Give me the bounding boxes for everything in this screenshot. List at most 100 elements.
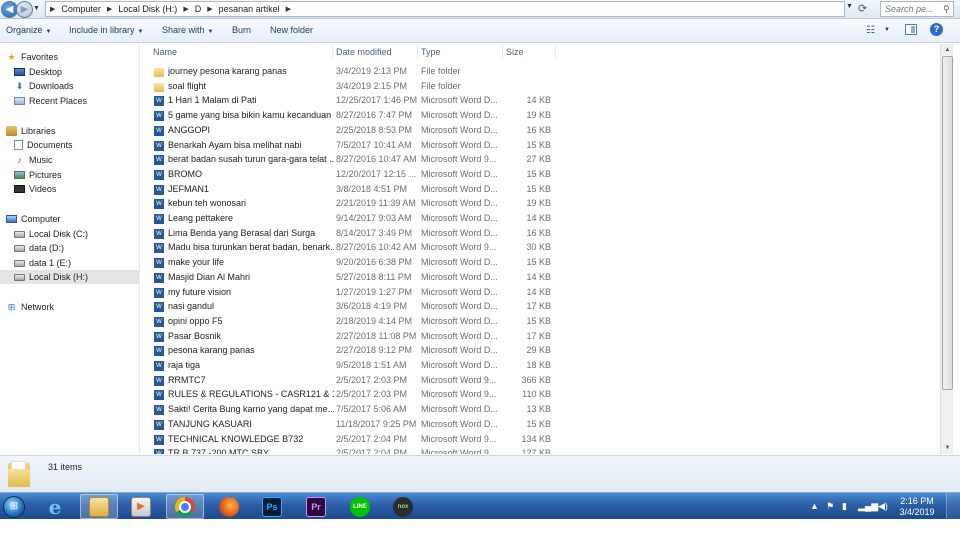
breadcrumb-d[interactable]: D (195, 4, 202, 14)
internet-explorer-icon[interactable]: e (36, 494, 74, 519)
file-row[interactable]: kebun teh wonosari 2/21/2019 11:39 AM Micr… (141, 197, 939, 212)
file-row[interactable]: BROMO 12/20/2017 12:15 ... Microsoft Word … (141, 168, 939, 183)
file-row[interactable]: make your life 9/20/2016 6:38 PM Microsoft… (141, 256, 939, 271)
chevron-right-icon[interactable]: ▶ (207, 5, 212, 13)
file-row[interactable]: TR B 737 -200 MTC SBY 2/5/2017 2:04 PM Mic… (141, 447, 939, 454)
word-document-icon (154, 228, 164, 239)
nav-desktop[interactable]: Desktop (14, 65, 153, 79)
file-row[interactable]: my future vision 1/27/2019 1:27 PM Microso… (141, 286, 939, 301)
breadcrumb-pesanan-artikel[interactable]: pesanan artikel (219, 4, 280, 14)
nav-pictures[interactable]: Pictures (14, 168, 153, 182)
chevron-right-icon[interactable]: ▶ (183, 5, 188, 13)
scroll-up-icon[interactable]: ▲ (941, 44, 954, 56)
search-icon[interactable]: ⚲ (943, 4, 950, 15)
file-row[interactable]: 5 game yang bisa bikin kamu kecanduan 8/2… (141, 109, 939, 124)
file-row[interactable]: RULES & REGULATIONS - CASR121 & 1352/5/2… (141, 388, 939, 403)
search-box[interactable]: ⚲ (880, 1, 954, 17)
nav-drive-c[interactable]: Local Disk (C:) (14, 227, 153, 241)
chevron-right-icon[interactable]: ▶ (107, 5, 112, 13)
breadcrumb[interactable]: ▶ Computer ▶ Local Disk (H:) ▶ D ▶ pesan… (45, 1, 845, 17)
file-size: 14 KB (526, 271, 551, 282)
column-header-name[interactable]: Name (151, 46, 333, 59)
file-row[interactable]: nasi gandul 3/6/2018 4:19 PM Microsoft Wor… (141, 300, 939, 315)
nav-documents[interactable]: Documents (14, 138, 153, 152)
file-row[interactable]: ANGGOPI 2/25/2018 8:53 PM Microsoft Word D… (141, 124, 939, 139)
nav-drive-e[interactable]: data 1 (E:) (14, 256, 153, 270)
photoshop-icon[interactable]: Ps (253, 494, 291, 519)
file-row[interactable]: raja tiga 9/5/2018 1:51 AM Microsoft Word … (141, 359, 939, 374)
file-row[interactable]: Pasar Bosnik 2/27/2018 11:08 PM Microsoft … (141, 330, 939, 345)
file-row[interactable]: berat badan susah turun gara-gara telat … (141, 153, 939, 168)
file-row[interactable]: Madu bisa turunkan berat badan, benark..… (141, 241, 939, 256)
line-icon[interactable]: LINE (341, 494, 379, 519)
column-header-type[interactable]: Type (419, 46, 503, 59)
help-icon[interactable]: ? (930, 23, 943, 36)
file-row[interactable]: JEFMAN1 3/8/2018 4:51 PM Microsoft Word D.… (141, 183, 939, 198)
file-size: 366 KB (521, 374, 551, 385)
preview-pane-icon[interactable] (905, 24, 917, 35)
drive-icon (14, 230, 25, 238)
premiere-icon[interactable]: Pr (297, 494, 335, 519)
file-row[interactable]: journey pesona karang panas 3/4/2019 2:13… (141, 65, 939, 80)
volume-icon[interactable]: ◀) (878, 501, 888, 512)
change-view-icon[interactable]: ☷ (866, 25, 875, 36)
column-header-size[interactable]: Size (504, 46, 556, 59)
nav-favorites[interactable]: ★ Favorites (6, 50, 145, 64)
view-options-dropdown-icon[interactable]: ▼ (884, 27, 890, 33)
file-date-modified: 3/8/2018 4:51 PM (336, 183, 408, 194)
file-row[interactable]: TANJUNG KASUARI 11/18/2017 9:25 PM Microso… (141, 418, 939, 433)
share-with-button[interactable]: Share with ▼ (162, 25, 213, 35)
file-row[interactable]: TECHNICAL KNOWLEDGE B732 2/5/2017 2:04 PM… (141, 433, 939, 448)
file-row[interactable]: opini oppo F5 2/18/2019 4:14 PM Microsoft … (141, 315, 939, 330)
nav-drive-h[interactable]: Local Disk (H:) (0, 270, 139, 284)
start-button[interactable]: ⊞ (0, 493, 28, 520)
address-dropdown-icon[interactable]: ▼ (846, 3, 853, 10)
forward-button[interactable]: ▶ (16, 1, 33, 18)
file-row[interactable]: pesona karang panas 2/27/2018 9:12 PM Micr… (141, 344, 939, 359)
burn-button[interactable]: Burn (232, 25, 251, 35)
recent-pages-dropdown-icon[interactable]: ▼ (33, 5, 42, 14)
show-desktop-button[interactable] (946, 493, 960, 520)
nav-downloads[interactable]: ⬇ Downloads (14, 79, 153, 93)
media-player-icon[interactable]: ▶ (122, 494, 160, 519)
file-row[interactable]: 1 Hari 1 Malam di Pati 12/25/2017 1:46 PM… (141, 94, 939, 109)
file-row[interactable]: Benarkah Ayam bisa melihat nabi 7/5/2017 … (141, 139, 939, 154)
column-header-date-modified[interactable]: Date modified (334, 46, 418, 59)
scroll-down-icon[interactable]: ▼ (941, 442, 954, 454)
battery-icon[interactable]: ▮ (842, 501, 847, 512)
organize-button[interactable]: Organize ▼ (6, 25, 51, 35)
nav-music[interactable]: ♪ Music (14, 153, 153, 167)
nav-drive-d[interactable]: data (D:) (14, 241, 153, 255)
file-row[interactable]: Sakti! Cerita Bung karno yang dapat me..… (141, 403, 939, 418)
file-type: Microsoft Word 9... (421, 433, 497, 444)
nav-videos[interactable]: Videos (14, 182, 153, 196)
file-row[interactable]: RRMTC7 2/5/2017 2:03 PM Microsoft Word 9..… (141, 374, 939, 389)
file-row[interactable]: Lima Benda yang Berasal dari Surga 8/14/2… (141, 227, 939, 242)
file-row[interactable]: Masjid Dian Al Mahri 5/27/2018 8:11 PM Mic… (141, 271, 939, 286)
nav-computer[interactable]: Computer (6, 212, 145, 226)
refresh-icon[interactable]: ⟳ (858, 2, 867, 15)
network-signal-icon[interactable]: ▂▄▆ (858, 501, 878, 512)
nav-network[interactable]: ⊞ Network (6, 300, 145, 314)
breadcrumb-computer[interactable]: Computer (61, 4, 101, 14)
file-row[interactable]: Leang pettakere 9/14/2017 9:03 AM Microsof… (141, 212, 939, 227)
chevron-right-icon[interactable]: ▶ (286, 5, 291, 13)
scroll-thumb[interactable] (942, 56, 953, 390)
chevron-right-icon[interactable]: ▶ (50, 5, 55, 13)
chrome-icon[interactable] (166, 494, 204, 519)
downloads-icon: ⬇ (15, 81, 24, 91)
nox-icon[interactable]: nox (384, 494, 422, 519)
firefox-icon[interactable] (210, 494, 248, 519)
show-hidden-icons-icon[interactable]: ▲ (810, 501, 819, 511)
file-row[interactable]: soal flight 3/4/2019 2:15 PM File folder (141, 80, 939, 95)
action-center-flag-icon[interactable]: ⚑ (826, 501, 834, 512)
search-input[interactable] (885, 4, 943, 14)
include-in-library-button[interactable]: Include in library ▼ (69, 25, 143, 35)
nav-libraries[interactable]: Libraries (6, 124, 145, 138)
vertical-scrollbar[interactable]: ▲ ▼ (940, 44, 953, 454)
clock[interactable]: 2:16 PM 3/4/2019 (894, 496, 940, 518)
nav-recent-places[interactable]: Recent Places (14, 94, 153, 108)
windows-explorer-icon[interactable] (80, 494, 118, 519)
new-folder-button[interactable]: New folder (270, 25, 313, 35)
breadcrumb-local-disk-h[interactable]: Local Disk (H:) (118, 4, 177, 14)
